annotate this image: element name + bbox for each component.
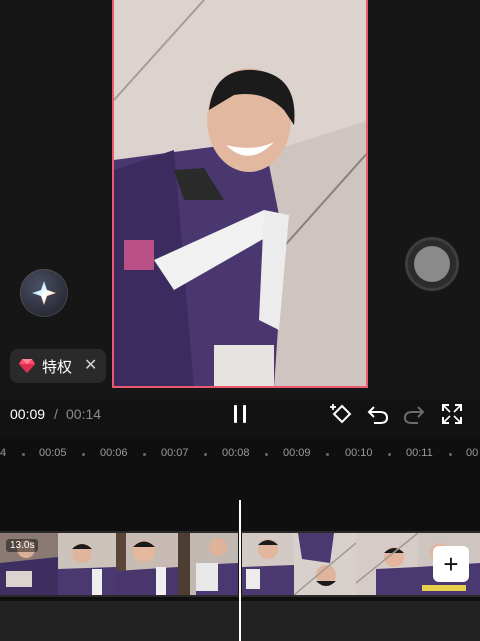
pause-icon xyxy=(234,405,237,423)
privilege-chip[interactable]: 特权 ✕ xyxy=(10,349,106,383)
ruler-label: 00 xyxy=(466,447,479,459)
video-editor-screen: 特权 ✕ 00:09 / 00:14 4 00:05 00:06 00:07 0… xyxy=(0,0,480,641)
privilege-label: 特权 xyxy=(42,358,73,376)
pause-button[interactable] xyxy=(229,403,251,425)
ruler-dot xyxy=(265,453,268,456)
clip-duration-badge: 13.0s xyxy=(6,539,39,552)
add-clip-button[interactable]: + xyxy=(433,546,469,582)
playhead[interactable] xyxy=(239,500,241,641)
clip-thumbnail xyxy=(356,533,418,595)
current-time: 00:09 xyxy=(10,406,46,422)
ruler-label: 00:09 xyxy=(283,447,311,459)
ruler-dot xyxy=(449,453,452,456)
clip-thumbnail xyxy=(178,533,238,595)
ruler-dot xyxy=(326,453,329,456)
ruler-label: 00:07 xyxy=(161,447,189,459)
time-ruler[interactable]: 4 00:05 00:06 00:07 00:08 00:09 00:10 00… xyxy=(0,438,480,468)
close-icon[interactable]: ✕ xyxy=(84,358,97,374)
ruler-label: 00:10 xyxy=(345,447,373,459)
total-time: 00:14 xyxy=(66,406,102,422)
record-icon xyxy=(414,246,450,282)
ruler-label: 00:06 xyxy=(100,447,128,459)
undo-icon[interactable] xyxy=(366,402,390,426)
redo-icon[interactable] xyxy=(402,402,426,426)
ruler-dot xyxy=(204,453,207,456)
clip-thumbnail xyxy=(116,533,178,595)
ai-sparkle-icon xyxy=(32,281,56,305)
ruler-label: 00:08 xyxy=(222,447,250,459)
plus-icon: + xyxy=(443,549,459,579)
ruler-dot xyxy=(143,453,146,456)
gem-icon xyxy=(19,359,35,373)
ruler-dot xyxy=(388,453,391,456)
record-button[interactable] xyxy=(405,237,459,291)
keyframe-icon[interactable] xyxy=(330,402,354,426)
clip-thumbnail xyxy=(58,533,116,595)
ai-assistant-button[interactable] xyxy=(20,269,68,317)
ruler-label: 4 xyxy=(0,447,7,459)
ruler-dot xyxy=(82,453,85,456)
clip-thumbnail xyxy=(294,533,356,595)
time-separator: / xyxy=(54,406,58,422)
playback-control-bar: 00:09 / 00:14 xyxy=(0,397,480,433)
pause-icon xyxy=(243,405,246,423)
ruler-label: 00:11 xyxy=(406,447,433,459)
video-preview-image xyxy=(114,0,366,386)
fullscreen-icon[interactable] xyxy=(440,402,464,426)
video-preview[interactable] xyxy=(112,0,368,388)
preview-area: 特权 ✕ xyxy=(0,0,480,400)
ruler-label: 00:05 xyxy=(39,447,67,459)
ruler-dot xyxy=(22,453,25,456)
clip-thumbnail xyxy=(242,533,294,595)
